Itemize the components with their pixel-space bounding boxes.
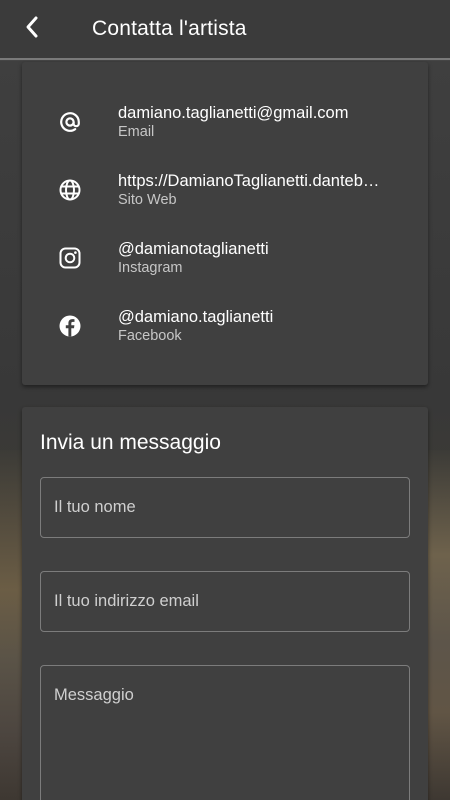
contact-website-label: Sito Web (118, 192, 177, 208)
contact-row-facebook[interactable]: @damiano.taglianetti Facebook (22, 306, 428, 356)
message-form-title: Invia un messaggio (40, 431, 221, 454)
email-field-placeholder: Il tuo indirizzo email (54, 592, 199, 610)
email-field[interactable]: Il tuo indirizzo email (40, 571, 410, 632)
background-right-strip (428, 450, 450, 800)
page-title: Contatta l'artista (92, 17, 247, 40)
contact-row-email[interactable]: damiano.taglianetti@gmail.com Email (22, 102, 428, 152)
at-icon (22, 102, 118, 142)
name-field-placeholder: Il tuo nome (54, 498, 136, 516)
facebook-icon (22, 306, 118, 346)
contact-website-value: https://DamianoTaglianetti.danteb… (118, 172, 380, 190)
back-button[interactable] (0, 0, 64, 59)
contact-facebook-value: @damiano.taglianetti (118, 308, 274, 326)
contact-instagram-value: @damianotaglianetti (118, 240, 269, 258)
app-bar: Contatta l'artista (0, 0, 450, 60)
globe-icon (22, 170, 118, 210)
contact-facebook-label: Facebook (118, 328, 182, 344)
message-field-placeholder: Messaggio (54, 686, 134, 704)
contact-row-instagram[interactable]: @damianotaglianetti Instagram (22, 238, 428, 288)
contact-email-label: Email (118, 124, 155, 140)
contact-row-website[interactable]: https://DamianoTaglianetti.danteb… Sito … (22, 170, 428, 220)
contact-email-value: damiano.taglianetti@gmail.com (118, 104, 349, 122)
chevron-left-icon (23, 15, 41, 44)
background-left-strip (0, 450, 22, 800)
message-field[interactable]: Messaggio (40, 665, 410, 800)
message-card: Invia un messaggio Il tuo nome Il tuo in… (22, 407, 428, 800)
contact-card: damiano.taglianetti@gmail.com Email http… (22, 62, 428, 385)
name-field[interactable]: Il tuo nome (40, 477, 410, 538)
instagram-icon (22, 238, 118, 278)
contact-instagram-label: Instagram (118, 260, 183, 276)
